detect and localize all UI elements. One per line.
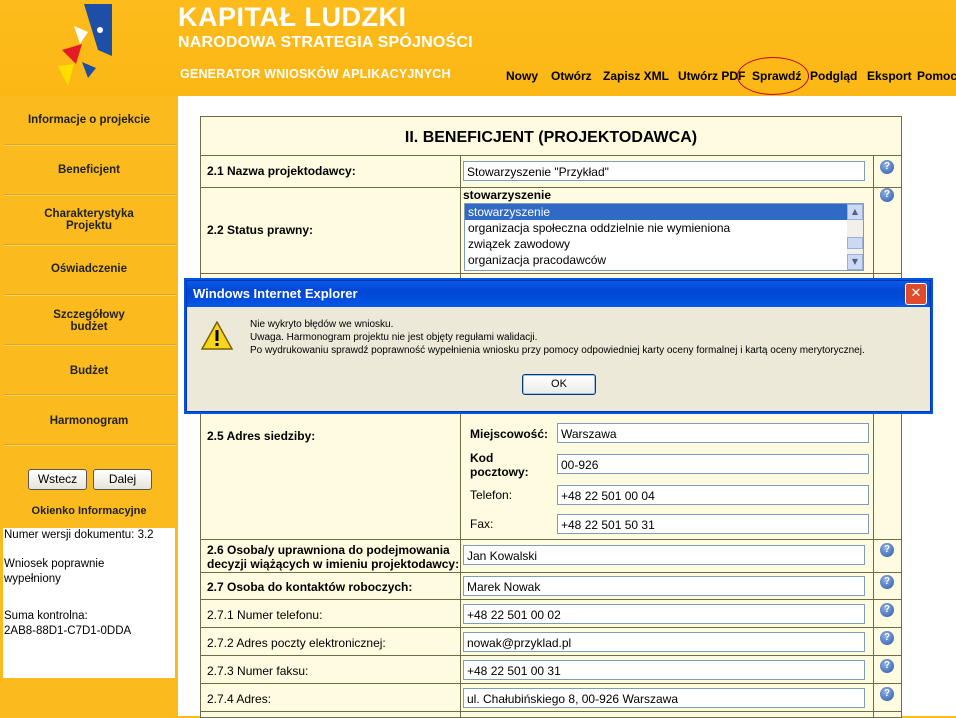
menu-preview[interactable]: Podgląd — [810, 69, 857, 83]
list-item[interactable]: związek zawodowy — [465, 236, 863, 252]
sidebar-item-budget[interactable]: Budżet — [0, 365, 178, 377]
legal-status-listbox[interactable]: stowarzyszenie organizacja społeczna odd… — [464, 203, 864, 271]
help-icon[interactable]: ? — [880, 659, 894, 673]
help-icon[interactable]: ? — [880, 160, 894, 174]
highlight-circle — [737, 57, 809, 95]
list-item[interactable]: organizacja społeczna oddzielnie nie wym… — [465, 220, 863, 236]
help-icon[interactable]: ? — [880, 575, 894, 589]
menu-create-pdf[interactable]: Utwórz PDF — [678, 69, 745, 83]
brand-subtitle: NARODOWA STRATEGIA SPÓJNOŚCI — [178, 34, 473, 51]
authorized-person-input[interactable]: Jan Kowalski — [463, 545, 865, 565]
phone-input[interactable]: +48 22 501 00 04 — [557, 485, 869, 505]
phone-label: Telefon: — [470, 488, 513, 502]
app-name: GENERATOR WNIOSKÓW APLIKACYJNYCH — [180, 67, 451, 81]
field-label-phone: 2.7.1 Numer telefonu: — [207, 608, 323, 622]
back-button[interactable]: Wstecz — [28, 469, 87, 490]
header: KAPITAŁ LUDZKI NARODOWA STRATEGIA SPÓJNO… — [0, 0, 956, 96]
scrollbar[interactable]: ▲ ▼ — [847, 204, 863, 270]
fax-input[interactable]: +48 22 501 50 31 — [557, 514, 869, 534]
fax-label: Fax: — [470, 517, 494, 531]
eu-logo-icon — [58, 4, 112, 86]
postal-label: pocztowy: — [470, 465, 529, 479]
close-icon[interactable]: ✕ — [905, 283, 927, 305]
city-input[interactable]: Warszawa — [557, 423, 869, 443]
ok-button[interactable]: OK — [522, 374, 596, 395]
scroll-down-icon[interactable]: ▼ — [847, 254, 863, 270]
sidebar-item-characteristics[interactable]: Charakterystyka Projektu — [0, 208, 178, 232]
scroll-thumb[interactable] — [847, 237, 863, 249]
brand-title: KAPITAŁ LUDZKI — [178, 2, 407, 32]
sidebar-item-label: Charakterystyka — [44, 208, 134, 220]
city-label: Miejscowość: — [470, 427, 549, 441]
divider — [4, 344, 176, 346]
help-icon[interactable]: ? — [880, 631, 894, 645]
dialog-message-line3: Po wydrukowaniu sprawdź poprawność wypeł… — [250, 345, 865, 356]
divider — [4, 244, 176, 246]
sidebar-item-schedule[interactable]: Harmonogram — [0, 415, 178, 427]
field-label-contact-address: 2.7.4 Adres: — [207, 692, 272, 706]
field-label-fax: 2.7.3 Numer faksu: — [207, 664, 309, 678]
info-version: Numer wersji dokumentu: 3.2 — [4, 529, 154, 541]
info-status: wypełniony — [4, 573, 61, 585]
help-icon[interactable]: ? — [880, 603, 894, 617]
help-icon[interactable]: ? — [880, 543, 894, 557]
contact-person-input[interactable]: Marek Nowak — [463, 576, 865, 596]
next-button[interactable]: Dalej — [93, 469, 152, 490]
field-label-name: 2.1 Nazwa projektodawcy: — [207, 164, 356, 178]
field-label-contact: 2.7 Osoba do kontaktów roboczych: — [207, 580, 413, 594]
contact-phone-input[interactable]: +48 22 501 00 02 — [463, 604, 865, 624]
postal-code-input[interactable]: 00-926 — [557, 454, 869, 474]
alert-dialog: Windows Internet Explorer ✕ Nie wykryto … — [186, 280, 931, 412]
divider — [4, 394, 176, 396]
contact-fax-input[interactable]: +48 22 501 00 31 — [463, 660, 865, 680]
field-label-address: 2.5 Adres siedziby: — [207, 429, 316, 443]
dialog-title: Windows Internet Explorer — [193, 286, 358, 301]
divider — [4, 444, 176, 446]
divider — [4, 144, 176, 146]
sidebar-item-beneficiary[interactable]: Beneficjent — [0, 164, 178, 176]
menu-export[interactable]: Eksport — [867, 69, 912, 83]
field-label-legal-status: 2.2 Status prawny: — [207, 223, 314, 237]
legal-status-current: stowarzyszenie — [463, 188, 552, 202]
list-item[interactable]: stowarzyszenie — [465, 204, 863, 220]
warning-icon — [201, 321, 233, 350]
sidebar-item-project-info[interactable]: Informacje o projekcie — [0, 114, 178, 126]
divider — [4, 294, 176, 296]
name-input[interactable]: Stowarzyszenie "Przykład" — [463, 161, 865, 181]
sidebar-item-declaration[interactable]: Oświadczenie — [0, 263, 178, 275]
dialog-message-line1: Nie wykryto błędów we wniosku. — [250, 319, 394, 330]
scroll-up-icon[interactable]: ▲ — [847, 204, 863, 220]
field-label-authorized: decyzji wiążących w imieniu projektodawc… — [207, 557, 460, 571]
menu-open[interactable]: Otwórz — [551, 69, 592, 83]
help-icon[interactable]: ? — [880, 188, 894, 202]
menu-help[interactable]: Pomoc — [917, 69, 956, 83]
info-checksum: 2AB8-88D1-C7D1-0DDA — [4, 625, 132, 637]
divider — [4, 194, 176, 196]
info-panel-title: Okienko Informacyjne — [31, 505, 147, 517]
list-item[interactable]: organizacja pracodawców — [465, 252, 863, 268]
email-input[interactable]: nowak@przyklad.pl — [463, 632, 865, 652]
info-panel: Numer wersji dokumentu: 3.2 Wniosek popr… — [3, 528, 175, 678]
field-label-authorized: 2.6 Osoba/y uprawniona do podejmowania — [207, 543, 450, 557]
dialog-titlebar[interactable]: Windows Internet Explorer ✕ — [187, 281, 930, 307]
info-status: Wniosek poprawnie — [4, 558, 105, 570]
section-title: II. BENEFICJENT (PROJEKTODAWCA) — [404, 129, 698, 146]
postal-label: Kod — [470, 451, 494, 465]
help-icon[interactable]: ? — [880, 687, 894, 701]
menu-new[interactable]: Nowy — [506, 69, 538, 83]
info-checksum-label: Suma kontrolna: — [4, 610, 88, 622]
contact-address-input[interactable]: ul. Chałubińskiego 8, 00-926 Warszawa — [463, 688, 865, 708]
sidebar-item-detailed-budget[interactable]: Szczegółowy budżet — [0, 309, 178, 333]
sidebar-item-label: Projektu — [65, 220, 112, 232]
dialog-message-line2: Uwaga. Harmonogram projektu nie jest obj… — [250, 332, 538, 343]
menu-save-xml[interactable]: Zapisz XML — [603, 69, 669, 83]
sidebar-item-label: Szczegółowy — [53, 309, 125, 321]
field-label-email: 2.7.2 Adres poczty elektronicznej: — [207, 636, 386, 650]
sidebar-item-label: budżet — [70, 321, 108, 333]
